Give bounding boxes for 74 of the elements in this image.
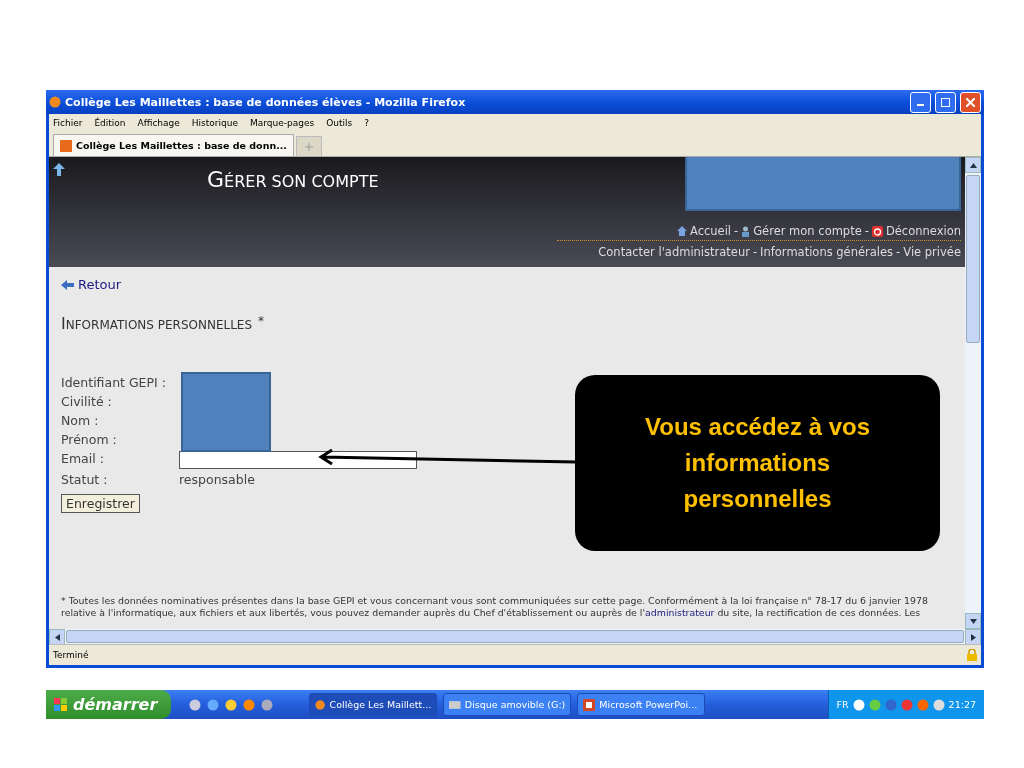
left-arrow-icon [53,633,61,641]
start-button[interactable]: démarrer [46,690,172,719]
quick-launch-icon [189,698,202,711]
down-arrow-icon [969,617,977,625]
separator-text: - [864,224,869,238]
taskbar-button[interactable]: Microsoft PowerPoi... [577,693,706,716]
back-link[interactable]: Retour [61,277,122,292]
browser-tab[interactable]: Collège Les Maillettes : base de donn... [53,134,294,156]
admin-link[interactable]: administrateur [645,607,715,618]
clock-text: 21:27 [948,699,976,710]
menu-item[interactable]: Édition [94,118,126,128]
field-label: Identifiant GEPI : [61,375,167,391]
windows-flag-icon [54,697,68,712]
window-title: Collège Les Maillettes : base de données élèves - Mozilla Firefox [65,95,467,109]
menu-item[interactable]: ? [364,118,369,128]
power-icon [871,225,883,237]
tray-icon [916,698,929,711]
plus-icon [305,142,313,151]
quick-launch-icon [243,698,256,711]
section-title: INFORMATIONS PERSONNELLES [61,314,253,333]
document-icon [583,698,596,711]
footnote-text: * Toutes les données nominatives présentes dans la base GEPI et vous concernant vous sont communiquées sur cette page. Conformément à la loi française n° 78-17 du 6 janvier 1978 relative à l'informatique, aux fichiers et aux libertés, vous pouvez demander auprès du Chef d'établissement ou auprès de l'administrateur du site, la rectification de ces données. Les [61,595,929,619]
asterisk-mark: * [258,314,265,330]
menu-item[interactable]: Historique [191,118,238,128]
header-link[interactable]: Vie privée [903,245,961,259]
field-label: Civilité : [61,394,113,410]
field-label: Statut : [61,472,109,488]
callout-text: Vous accédez à vos informations personnelles [644,412,871,514]
tray-icon [900,698,913,711]
field-value: responsable [179,472,256,488]
separator-text: - [752,245,758,259]
menu-item[interactable]: Affichage [137,118,180,128]
minimize-button[interactable] [910,91,931,113]
field-label: Email : [61,451,105,468]
nav-link[interactable]: Accueil [676,224,732,238]
nav-link[interactable]: Déconnexion [871,224,961,238]
save-button[interactable]: Enregistrer [61,494,140,513]
header-link[interactable]: Contacter l'administrateur [598,245,750,259]
tray-icon [884,698,897,711]
site-icon [60,139,72,152]
nav-link[interactable]: Gérer mon compte [741,224,862,238]
taskbar-button[interactable]: Collège Les Maillett... [309,693,438,716]
vertical-scrollbar[interactable] [965,157,981,629]
house-icon [676,226,687,236]
drive-icon [449,700,461,709]
quick-launch-icon [207,698,220,711]
quick-launch-icon [261,698,274,711]
close-icon [966,97,975,107]
horizontal-scrollbar[interactable] [49,629,981,644]
menu-item[interactable]: Outils [326,118,353,128]
padlock-icon [967,649,977,661]
tray-icon [852,698,865,711]
up-arrow-icon[interactable] [53,163,65,176]
tray-icon [868,698,881,711]
menu-item[interactable]: Marque-pages [250,118,315,128]
separator-text: - [896,245,901,259]
field-label: Nom : [61,413,100,429]
quick-launch-icon [225,698,238,711]
field-label: Prénom : [61,432,118,448]
page-title: GÉRER SON COMPTE [207,166,380,194]
menu-item[interactable]: Fichier [53,118,83,128]
header-link[interactable]: Informations générales [760,245,894,259]
email-field[interactable] [179,451,417,469]
right-arrow-icon [969,633,977,641]
up-arrow-icon [969,161,977,169]
maximize-button[interactable] [935,91,956,113]
separator-text: - [734,224,739,238]
taskbar-button[interactable]: Disque amovible (G:) [443,693,572,716]
tray-icon [932,698,945,711]
maximize-icon [941,97,950,107]
status-text: Terminé [53,650,89,660]
left-arrow-icon [61,279,74,290]
person-icon [741,225,751,237]
close-button[interactable] [960,91,981,113]
